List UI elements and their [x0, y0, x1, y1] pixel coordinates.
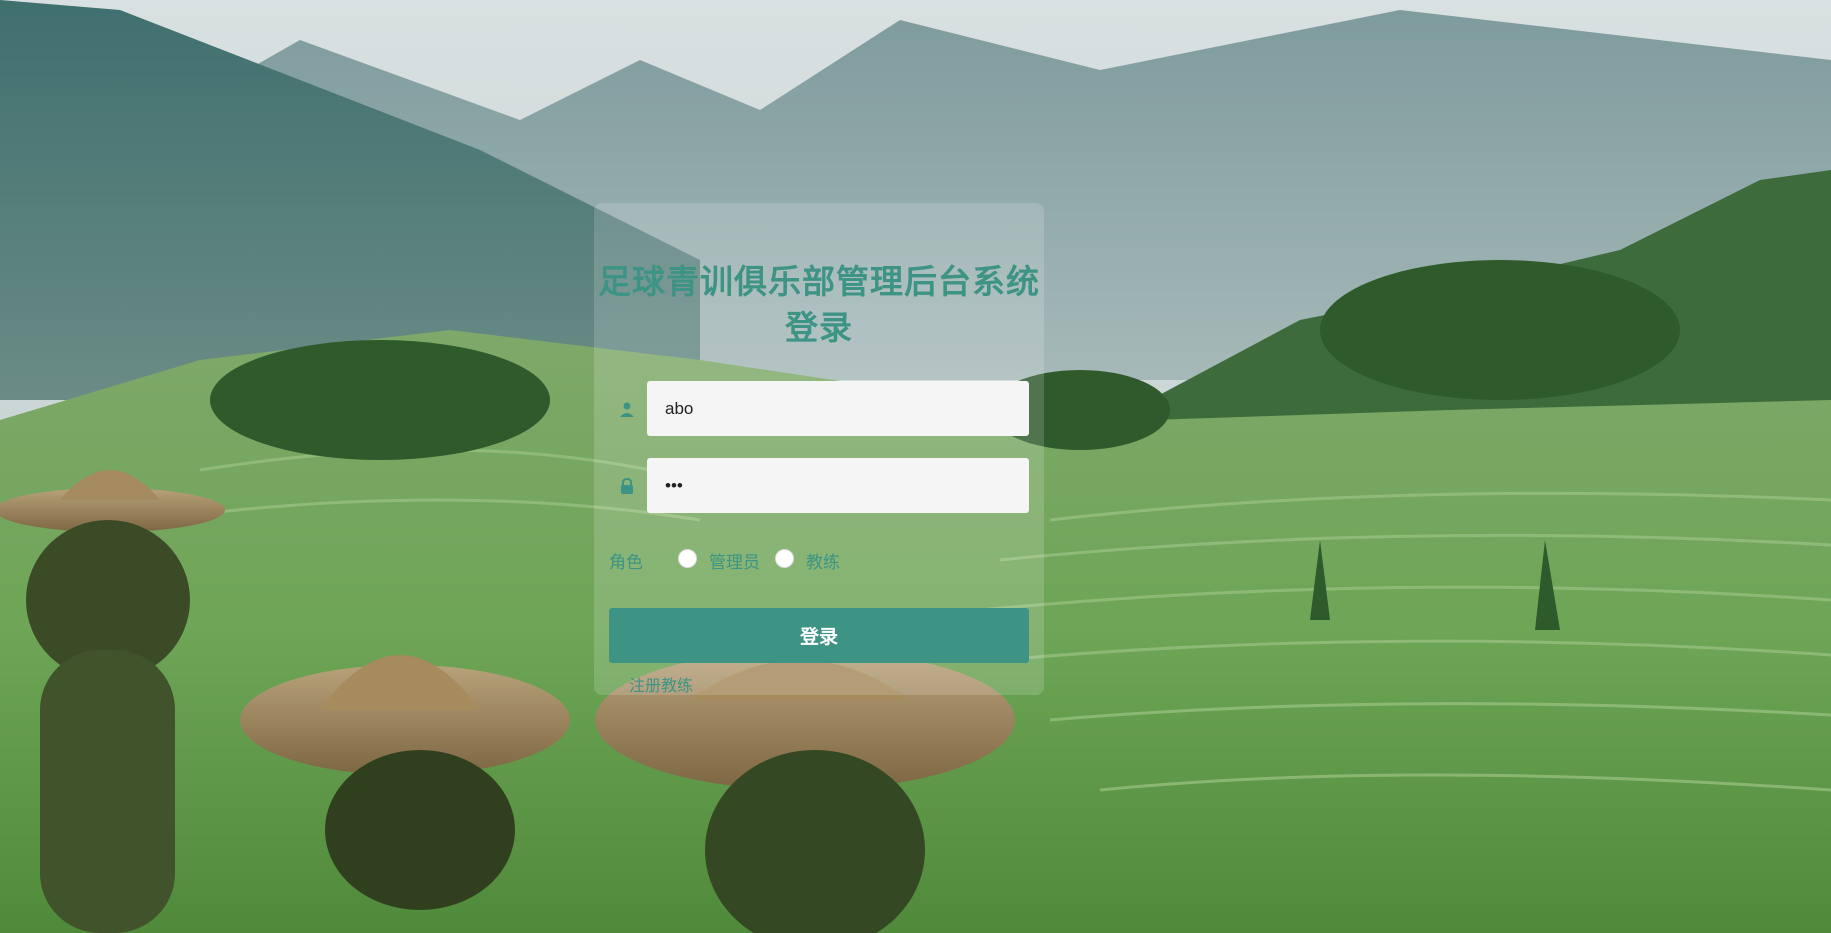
role-label-admin[interactable]: 管理员	[709, 548, 760, 573]
username-input[interactable]	[647, 381, 1029, 436]
page-title: 足球青训俱乐部管理后台系统登录	[598, 262, 1040, 347]
role-radio-coach[interactable]	[775, 549, 794, 568]
user-icon	[620, 402, 634, 417]
role-radio-admin[interactable]	[678, 549, 697, 568]
role-label: 角色	[609, 553, 643, 573]
role-label-coach[interactable]: 教练	[806, 548, 840, 573]
password-input[interactable]	[647, 458, 1029, 513]
login-button[interactable]: 登录	[609, 608, 1029, 663]
lock-icon	[621, 477, 633, 494]
register-coach-link[interactable]: 注册教练	[629, 672, 693, 696]
login-panel: 足球青训俱乐部管理后台系统登录 角色 管理员 教练 登录 注册教练	[594, 203, 1044, 695]
